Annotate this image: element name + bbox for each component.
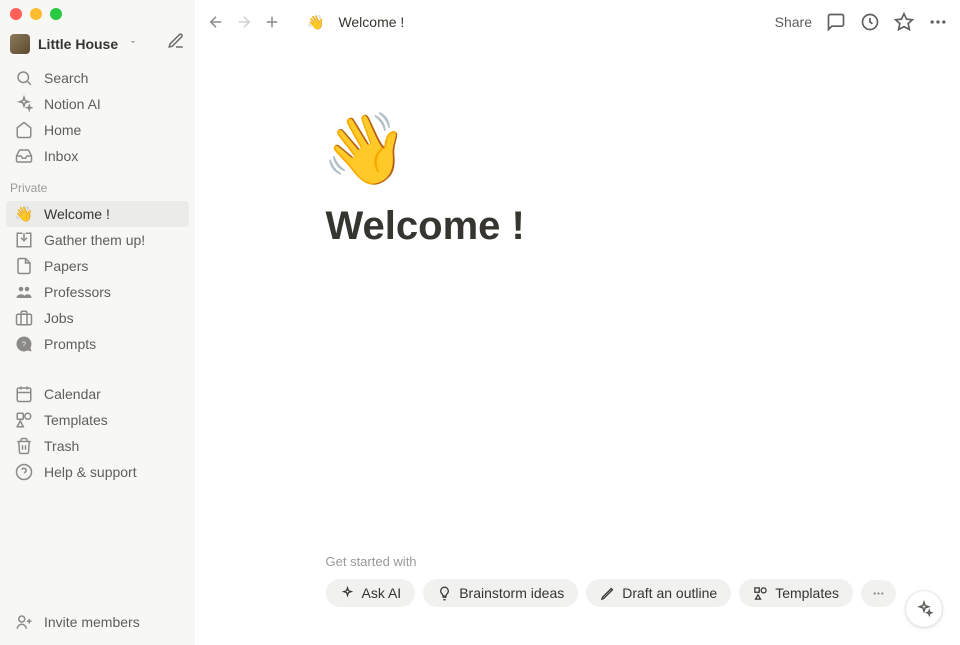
- close-window-button[interactable]: [10, 8, 22, 20]
- chip-label: Brainstorm ideas: [459, 585, 564, 601]
- chip-draft-outline[interactable]: Draft an outline: [586, 579, 731, 607]
- chip-label: Ask AI: [362, 585, 402, 601]
- window-controls: [0, 0, 195, 26]
- sidebar-invite-members[interactable]: Invite members: [6, 609, 189, 635]
- sidebar-item-label: Search: [44, 70, 88, 86]
- sidebar-item-label: Gather them up!: [44, 232, 145, 248]
- chip-ask-ai[interactable]: Ask AI: [326, 579, 416, 607]
- page-content: 👋 Welcome ! Get started with Ask AI Brai…: [228, 44, 928, 259]
- suggestions-label: Get started with: [326, 554, 897, 569]
- sparkle-icon: [340, 586, 355, 601]
- sidebar-item-label: Jobs: [44, 310, 74, 326]
- sidebar-page-jobs[interactable]: Jobs: [6, 305, 189, 331]
- sidebar-item-label: Prompts: [44, 336, 96, 352]
- sidebar-item-notion-ai[interactable]: Notion AI: [6, 91, 189, 117]
- sidebar-item-label: Professors: [44, 284, 111, 300]
- topbar: 👋 Welcome ! Share: [195, 0, 960, 44]
- people-icon: [14, 283, 34, 301]
- pencil-icon: [600, 586, 615, 601]
- sidebar-item-label: Inbox: [44, 148, 78, 164]
- sidebar-item-calendar[interactable]: Calendar: [6, 381, 189, 407]
- sidebar-item-search[interactable]: Search: [6, 65, 189, 91]
- workspace-switcher[interactable]: Little House: [0, 26, 195, 63]
- nav-back-button[interactable]: [207, 13, 225, 31]
- sidebar-item-label: Help & support: [44, 464, 137, 480]
- sidebar-page-prompts[interactable]: ? Prompts: [6, 331, 189, 357]
- share-button[interactable]: Share: [775, 14, 812, 30]
- sidebar-item-inbox[interactable]: Inbox: [6, 143, 189, 169]
- comments-button[interactable]: [826, 12, 846, 32]
- import-icon: [14, 231, 34, 249]
- workspace-name: Little House: [38, 36, 118, 52]
- new-page-button[interactable]: [167, 32, 185, 55]
- shapes-icon: [14, 411, 34, 429]
- chip-more[interactable]: [861, 580, 896, 607]
- breadcrumb-title[interactable]: Welcome !: [338, 14, 404, 30]
- main-area: 👋 Welcome ! Share 👋 Welcome ! Get starte…: [195, 0, 960, 645]
- sidebar-item-trash[interactable]: Trash: [6, 433, 189, 459]
- user-plus-icon: [14, 613, 34, 631]
- calendar-icon: [14, 385, 34, 403]
- nav-forward-button[interactable]: [235, 13, 253, 31]
- ai-fab-button[interactable]: [906, 591, 942, 627]
- sidebar-item-help[interactable]: Help & support: [6, 459, 189, 485]
- briefcase-icon: [14, 309, 34, 327]
- sidebar-item-label: Notion AI: [44, 96, 101, 112]
- help-icon: [14, 463, 34, 481]
- chip-label: Templates: [775, 585, 839, 601]
- page-emoji[interactable]: 👋: [322, 114, 868, 184]
- chat-icon: ?: [14, 335, 34, 353]
- sparkle-icon: [14, 95, 34, 113]
- chevron-down-icon: [128, 37, 138, 50]
- inbox-icon: [14, 147, 34, 165]
- page-title[interactable]: Welcome !: [326, 204, 868, 249]
- trash-icon: [14, 437, 34, 455]
- sidebar-item-label: Templates: [44, 412, 108, 428]
- sidebar: Little House Search Notion AI Home: [0, 0, 195, 645]
- sidebar-item-label: Papers: [44, 258, 88, 274]
- svg-text:?: ?: [22, 339, 26, 348]
- sidebar-page-professors[interactable]: Professors: [6, 279, 189, 305]
- sidebar-item-label: Invite members: [44, 614, 140, 630]
- sidebar-item-templates[interactable]: Templates: [6, 407, 189, 433]
- page-icon: [14, 257, 34, 275]
- new-tab-button[interactable]: [263, 13, 281, 31]
- more-icon: [871, 586, 886, 601]
- lightbulb-icon: [437, 586, 452, 601]
- sidebar-section-private[interactable]: Private: [0, 171, 195, 199]
- workspace-icon: [10, 34, 30, 54]
- sidebar-item-label: Home: [44, 122, 81, 138]
- chip-templates[interactable]: Templates: [739, 579, 853, 607]
- more-options-button[interactable]: [928, 12, 948, 32]
- home-icon: [14, 121, 34, 139]
- breadcrumb-emoji: 👋: [307, 14, 324, 31]
- sidebar-item-home[interactable]: Home: [6, 117, 189, 143]
- sidebar-page-welcome[interactable]: 👋 Welcome !: [6, 201, 189, 227]
- chip-brainstorm[interactable]: Brainstorm ideas: [423, 579, 578, 607]
- updates-button[interactable]: [860, 12, 880, 32]
- sidebar-item-label: Calendar: [44, 386, 101, 402]
- fullscreen-window-button[interactable]: [50, 8, 62, 20]
- minimize-window-button[interactable]: [30, 8, 42, 20]
- shapes-icon: [753, 586, 768, 601]
- favorite-button[interactable]: [894, 12, 914, 32]
- sidebar-page-gather[interactable]: Gather them up!: [6, 227, 189, 253]
- search-icon: [14, 69, 34, 87]
- get-started-suggestions: Get started with Ask AI Brainstorm ideas…: [326, 554, 897, 607]
- sidebar-item-label: Trash: [44, 438, 79, 454]
- chip-label: Draft an outline: [622, 585, 717, 601]
- sidebar-page-papers[interactable]: Papers: [6, 253, 189, 279]
- wave-emoji-icon: 👋: [14, 205, 34, 223]
- sidebar-item-label: Welcome !: [44, 206, 110, 222]
